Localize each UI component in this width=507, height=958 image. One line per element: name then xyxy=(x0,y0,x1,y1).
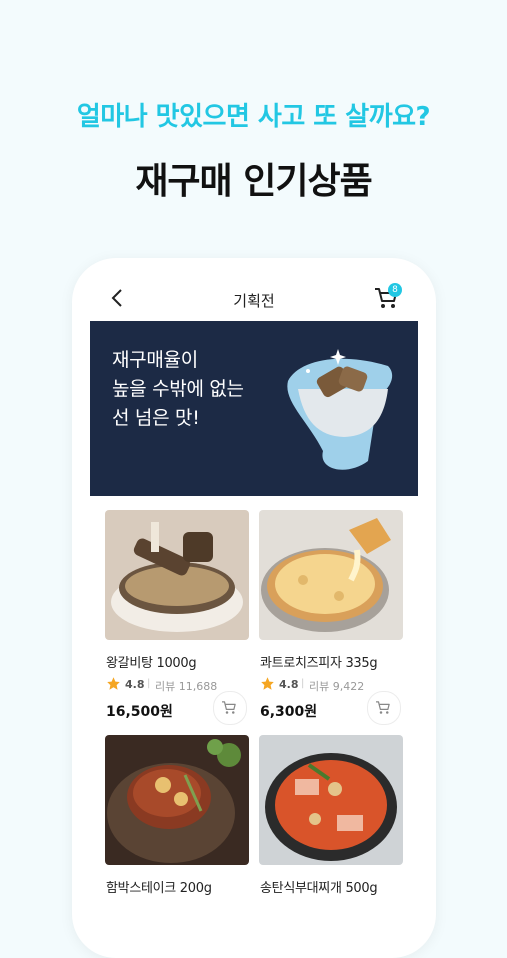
phone-frame: 기획전 8 재구매율이 높을 수밖에 없는 선 넘은 맛! 왕갈비탕 1000g… xyxy=(72,258,436,958)
product-name: 왕갈비탕 1000g xyxy=(106,656,197,671)
star-icon xyxy=(261,677,274,690)
promo-banner[interactable]: 재구매율이 높을 수밖에 없는 선 넘은 맛! xyxy=(90,321,418,496)
product-price: 16,500원 xyxy=(106,704,173,720)
star-icon xyxy=(107,677,120,690)
product-image-galbitang xyxy=(105,510,249,640)
product-card[interactable]: 왕갈비탕 1000g 4.8 | 리뷰 11,688 16,500원 xyxy=(105,510,249,725)
banner-line-1: 재구매율이 xyxy=(112,349,198,371)
product-name: 콰트로치즈피자 335g xyxy=(260,656,378,671)
product-card[interactable]: 콰트로치즈피자 335g 4.8 | 리뷰 9,422 6,300원 xyxy=(259,510,403,725)
product-price: 6,300원 xyxy=(260,704,318,720)
product-image-budae-jjigae xyxy=(259,735,403,865)
add-to-cart-button[interactable] xyxy=(367,691,401,725)
meta-divider: | xyxy=(147,678,151,689)
product-rating: 4.8 xyxy=(125,678,145,691)
product-card[interactable]: 함박스테이크 200g xyxy=(105,735,249,896)
add-to-cart-icon xyxy=(222,701,236,714)
banner-line-2: 높을 수밖에 없는 xyxy=(112,378,244,400)
product-rating: 4.8 xyxy=(279,678,299,691)
product-name: 송탄식부대찌개 500g xyxy=(260,881,378,896)
add-to-cart-button[interactable] xyxy=(213,691,247,725)
cart-count-badge: 8 xyxy=(388,283,402,297)
product-card[interactable]: 송탄식부대찌개 500g xyxy=(259,735,403,896)
banner-galbitang-image xyxy=(287,349,393,470)
meta-divider: | xyxy=(301,678,305,689)
app-bar: 기획전 8 xyxy=(72,258,436,322)
banner-line-3: 선 넘은 맛! xyxy=(112,407,200,429)
product-name: 함박스테이크 200g xyxy=(106,881,212,896)
headline: 얼마나 맛있으면 사고 또 살까요? xyxy=(76,102,431,132)
add-to-cart-icon xyxy=(376,701,390,714)
product-review-count: 리뷰 9,422 xyxy=(309,680,365,693)
product-image-hamburg-steak xyxy=(105,735,249,865)
product-review-count: 리뷰 11,688 xyxy=(155,680,218,693)
page-title: 재구매 인기상품 xyxy=(135,161,372,202)
product-image-cheese-pizza xyxy=(259,510,403,640)
